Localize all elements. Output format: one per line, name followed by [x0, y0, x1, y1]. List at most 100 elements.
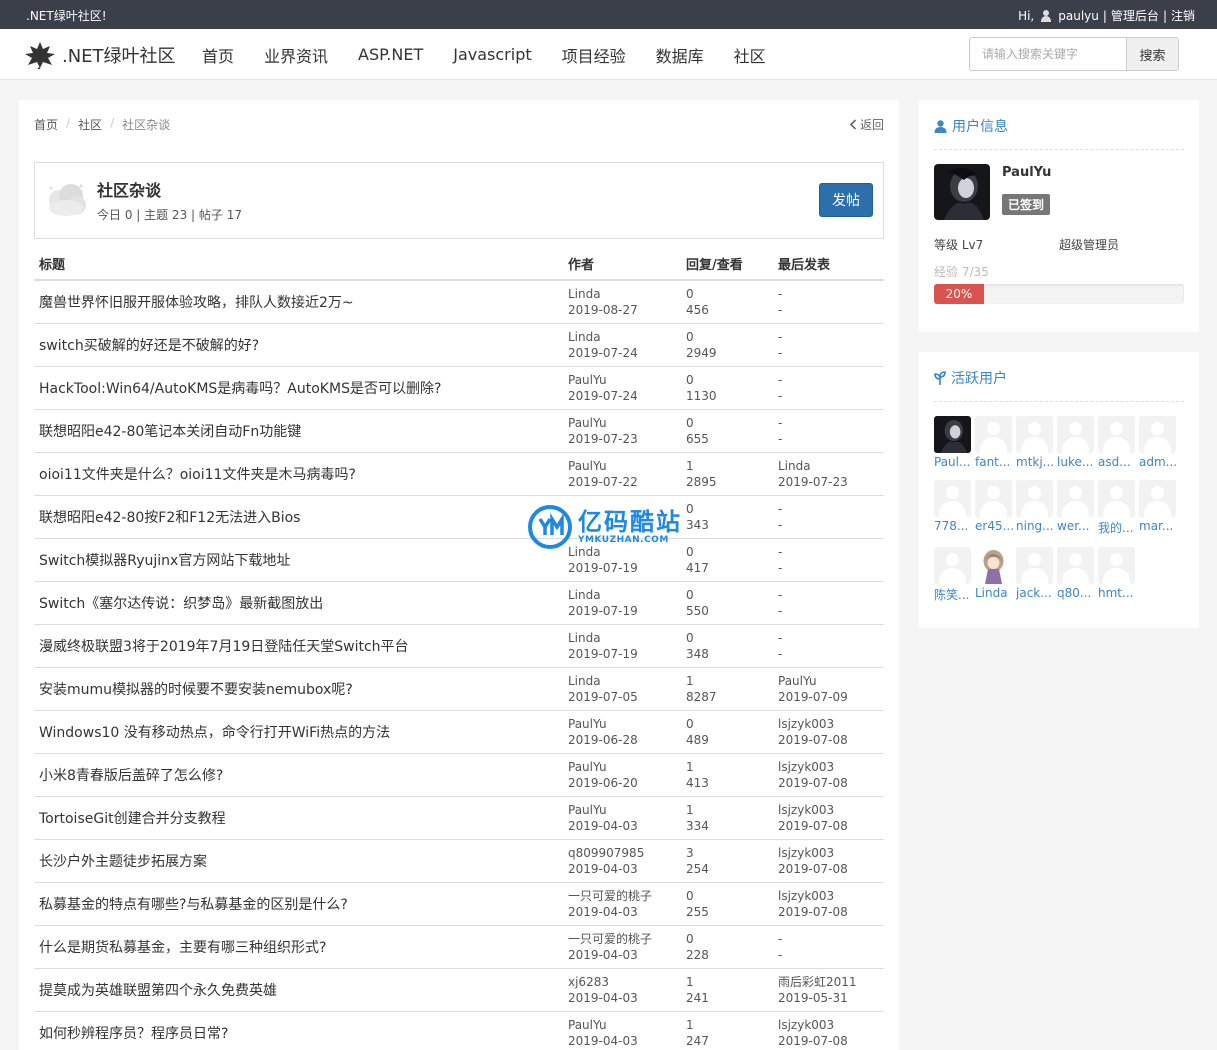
active-user-item[interactable]: 778...: [934, 480, 971, 536]
admin-link[interactable]: 管理后台: [1111, 7, 1159, 24]
active-user-item[interactable]: asd...: [1098, 416, 1135, 469]
active-user-item[interactable]: fant...: [975, 416, 1012, 469]
thread-title-link[interactable]: oioi11文件夹是什么？oioi11文件夹是木马病毒吗?: [39, 467, 356, 483]
nav-industry-news[interactable]: 业界资讯: [249, 43, 343, 67]
author-link[interactable]: PaulYu: [568, 759, 681, 775]
thread-title-link[interactable]: 如何秒辨程序员？程序员日常?: [39, 1026, 228, 1042]
default-avatar-head: [1069, 553, 1082, 566]
active-user-item[interactable]: jack...: [1016, 547, 1053, 603]
post-date: 2019-04-03: [568, 1033, 638, 1048]
replies-views-cell: 0 489: [681, 709, 773, 753]
active-user-item[interactable]: hmt...: [1098, 547, 1135, 603]
breadcrumb-home[interactable]: 首页: [34, 116, 58, 133]
active-user-item[interactable]: 我的...: [1098, 480, 1135, 536]
active-user-item[interactable]: 陈笑...: [934, 547, 971, 603]
new-post-button[interactable]: 发帖: [819, 183, 873, 217]
last-post-cell: lsjzyk003 2019-07-08: [773, 1010, 884, 1050]
author-link[interactable]: Linda: [568, 673, 681, 689]
nav-javascript[interactable]: Javascript: [438, 45, 546, 64]
author-link[interactable]: Linda: [568, 630, 681, 646]
active-user-item[interactable]: ning...: [1016, 480, 1054, 536]
author-link[interactable]: 一只可爱的桃子: [568, 931, 681, 947]
thread-title-link[interactable]: 长沙户外主题徒步拓展方案: [39, 854, 207, 870]
top-user-links: Hi, paulyu | 管理后台 | 注销: [1018, 7, 1195, 24]
search-button[interactable]: 搜索: [1126, 37, 1179, 71]
chevron-left-icon: [849, 119, 857, 130]
active-user-item[interactable]: mtkj...: [1016, 416, 1054, 469]
author-link[interactable]: PaulYu: [568, 458, 681, 474]
last-post-cell: --: [773, 279, 884, 323]
author-link[interactable]: Linda: [568, 286, 681, 302]
active-user-item[interactable]: er45...: [975, 480, 1014, 536]
table-row: 私募基金的特点有哪些?与私募基金的区别是什么? 一只可爱的桃子 2019-04-03…: [34, 881, 884, 925]
author-link[interactable]: Linda: [568, 587, 681, 603]
author-cell: q809907985 2019-04-03: [563, 838, 681, 882]
post-date: 2019-04-03: [568, 861, 638, 876]
thread-title-link[interactable]: 联想昭阳e42-80按F2和F12无法进入Bios: [39, 510, 300, 526]
logout-link[interactable]: 注销: [1171, 7, 1195, 24]
author-link[interactable]: PaulYu: [568, 1017, 681, 1033]
active-user-item[interactable]: wer...: [1057, 480, 1094, 536]
divider: [934, 401, 1184, 402]
breadcrumb-community[interactable]: 社区: [78, 116, 102, 133]
back-label: 返回: [859, 118, 884, 132]
active-user-name: 陈笑...: [934, 588, 970, 602]
back-link[interactable]: 返回: [849, 116, 884, 133]
author-link[interactable]: PaulYu: [568, 372, 681, 388]
thread-title-link[interactable]: Windows10 没有移动热点，命令行打开WiFi热点的方法: [39, 725, 390, 741]
thread-title-link[interactable]: 什么是期货私募基金，主要有哪三种组织形式?: [39, 940, 326, 956]
user-level: 等级 Lv7: [934, 238, 984, 252]
post-date: 2019-04-03: [568, 947, 638, 962]
nav-database[interactable]: 数据库: [641, 43, 719, 67]
nav-project-experience[interactable]: 项目经验: [547, 43, 641, 67]
active-user-item[interactable]: mar...: [1139, 480, 1176, 536]
author-link[interactable]: 一只可爱的桃子: [568, 888, 681, 904]
nav-home[interactable]: 首页: [187, 43, 249, 67]
author-link[interactable]: q809907985: [568, 845, 681, 861]
author-link[interactable]: PaulYu: [568, 716, 681, 732]
default-avatar-body: [1062, 437, 1089, 453]
active-user-item[interactable]: adm...: [1139, 416, 1177, 469]
thread-title-cell: Switch《塞尔达传说：织梦岛》最新截图放出: [34, 580, 563, 624]
active-user-item[interactable]: Linda: [975, 547, 1012, 603]
thread-title-link[interactable]: 提莫成为英雄联盟第四个永久免费英雄: [39, 983, 277, 999]
thread-title-link[interactable]: 安装mumu模拟器的时候要不要安装nemubox呢?: [39, 682, 353, 698]
default-avatar-body: [1021, 501, 1048, 517]
thread-title-link[interactable]: 联想昭阳e42-80笔记本关闭自动Fn功能键: [39, 424, 301, 440]
nav-community[interactable]: 社区: [719, 43, 781, 67]
author-link[interactable]: xj6283: [568, 974, 681, 990]
active-user-item[interactable]: q80...: [1057, 547, 1094, 603]
default-avatar-body: [980, 501, 1007, 517]
avatar[interactable]: [934, 164, 990, 220]
thread-title-link[interactable]: 小米8青春版后盖碎了怎么修?: [39, 768, 223, 784]
replies-views-cell: 1 413: [681, 752, 773, 796]
thread-title-link[interactable]: HackTool:Win64/AutoKMS是病毒吗？AutoKMS是否可以删除…: [39, 381, 441, 397]
default-avatar-head: [946, 486, 959, 499]
active-user-name: 778...: [934, 519, 969, 533]
author-cell: PaulYu 2019-07-22: [563, 451, 681, 495]
thread-title-link[interactable]: Switch《塞尔达传说：织梦岛》最新截图放出: [39, 596, 323, 612]
thread-title-link[interactable]: 私募基金的特点有哪些?与私募基金的区别是什么?: [39, 897, 348, 913]
thread-title-link[interactable]: switch买破解的好还是不破解的好?: [39, 338, 259, 354]
search-input[interactable]: [969, 37, 1126, 71]
author-link[interactable]: Linda: [568, 329, 681, 345]
username-link[interactable]: paulyu: [1058, 9, 1099, 23]
author-link[interactable]: PaulYu: [568, 802, 681, 818]
replies-views-cell: 0 417: [681, 537, 773, 581]
brand-logo[interactable]: .NET绿叶社区: [24, 41, 176, 69]
active-user-item[interactable]: Paul...: [934, 416, 971, 469]
thread-title-link[interactable]: 漫威终极联盟3将于2019年7月19日登陆任天堂Switch平台: [39, 639, 409, 655]
view-count: 334: [686, 818, 709, 833]
thread-title-link[interactable]: TortoiseGit创建合并分支教程: [39, 811, 226, 827]
top-bar: .NET绿叶社区! Hi, paulyu | 管理后台 | 注销: [0, 0, 1217, 29]
last-post-date: -: [778, 345, 783, 360]
view-count: 255: [686, 904, 709, 919]
nav-aspnet[interactable]: ASP.NET: [343, 45, 438, 64]
view-count: 489: [686, 732, 709, 747]
author-link[interactable]: PaulYu: [568, 415, 681, 431]
thread-title-cell: 漫威终极联盟3将于2019年7月19日登陆任天堂Switch平台: [34, 623, 563, 667]
author-cell: PaulYu 2019-04-03: [563, 1010, 681, 1050]
thread-title-link[interactable]: 魔兽世界怀旧服开服体验攻略，排队人数接近2万~: [39, 295, 354, 311]
thread-title-link[interactable]: Switch模拟器Ryujinx官方网站下载地址: [39, 553, 290, 569]
active-user-item[interactable]: luke...: [1057, 416, 1094, 469]
